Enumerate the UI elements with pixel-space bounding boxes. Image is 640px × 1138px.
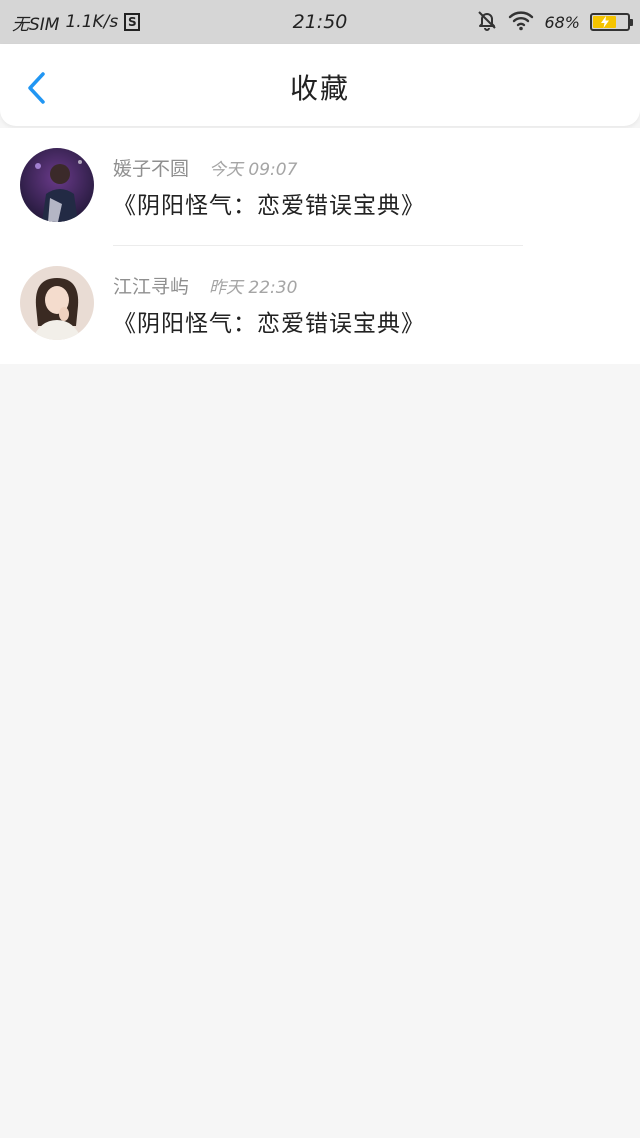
timestamp: 昨天 22:30	[209, 278, 298, 298]
wifi-icon	[508, 9, 534, 36]
page-title: 收藏	[289, 72, 350, 105]
charging-bolt-icon	[600, 16, 609, 28]
status-left: 无SIM 1.1K/s S	[12, 10, 141, 35]
status-right: 68%	[476, 0, 633, 44]
timestamp: 今天 09:07	[209, 160, 298, 180]
item-title[interactable]: 《阴阳怪气：恋爱错误宝典》	[113, 304, 425, 338]
mute-bell-icon	[476, 9, 498, 36]
list-item[interactable]: 媛子不圆 今天 09:07 《阴阳怪气：恋爱错误宝典》	[0, 128, 640, 246]
network-speed: 1.1K/s	[65, 12, 119, 32]
user-name[interactable]: 江江寻屿	[113, 272, 189, 299]
carrier-label: 无SIM	[12, 14, 60, 35]
nav-bar: 收藏	[0, 44, 640, 126]
battery-percent: 68%	[544, 12, 580, 32]
avatar-photo-icon	[20, 148, 94, 222]
avatar-photo-icon	[20, 266, 94, 340]
favorites-screen: 无SIM 1.1K/s S 21:50 68% 收藏 媛子不圆 今天 09:07…	[0, 0, 640, 1138]
item-title[interactable]: 《阴阳怪气：恋爱错误宝典》	[113, 186, 425, 220]
list-item[interactable]: 江江寻屿 昨天 22:30 《阴阳怪气：恋爱错误宝典》	[0, 246, 640, 364]
user-name[interactable]: 媛子不圆	[113, 154, 189, 181]
battery-fill	[593, 16, 617, 28]
status-bar: 无SIM 1.1K/s S 21:50 68%	[0, 0, 640, 44]
item-meta: 媛子不圆 今天 09:07	[113, 154, 297, 181]
item-meta: 江江寻屿 昨天 22:30	[113, 272, 297, 299]
battery-icon	[590, 13, 633, 31]
sim-badge-icon: S	[124, 13, 141, 31]
favorites-list: 媛子不圆 今天 09:07 《阴阳怪气：恋爱错误宝典》 江江寻屿 昨天 22:3…	[0, 128, 640, 364]
avatar[interactable]	[20, 266, 94, 340]
avatar[interactable]	[20, 148, 94, 222]
